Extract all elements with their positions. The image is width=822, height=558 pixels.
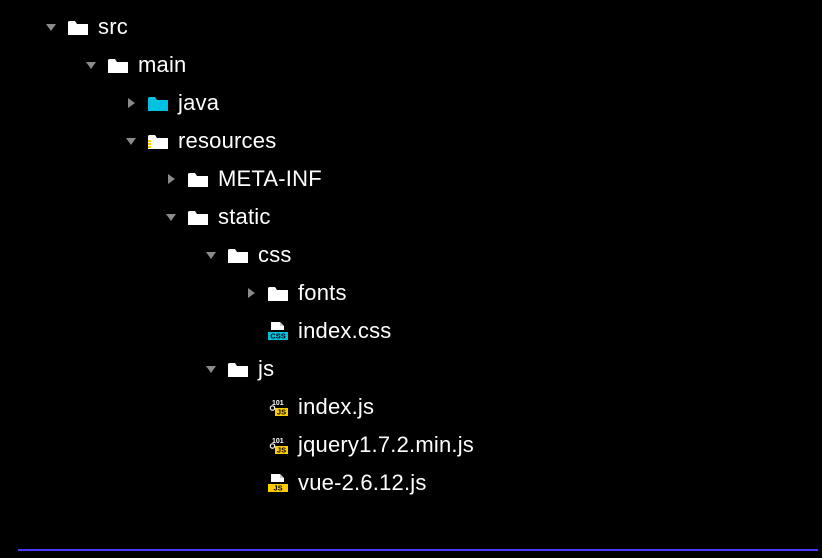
tree-row[interactable]: main xyxy=(0,46,822,84)
chevron-right-icon[interactable] xyxy=(120,92,142,114)
chevron-down-icon[interactable] xyxy=(160,206,182,228)
tree-row[interactable]: java xyxy=(0,84,822,122)
file-tree: src main java resources META-INF xyxy=(0,0,822,502)
chevron-down-icon[interactable] xyxy=(200,358,222,380)
folder-icon xyxy=(66,16,90,38)
chevron-right-icon[interactable] xyxy=(240,282,262,304)
tree-item-label: index.css xyxy=(298,318,392,344)
chevron-down-icon[interactable] xyxy=(120,130,142,152)
svg-text:JS: JS xyxy=(273,484,282,493)
tree-item-label: index.js xyxy=(298,394,374,420)
chevron-down-icon[interactable] xyxy=(80,54,102,76)
tree-row[interactable]: static xyxy=(0,198,822,236)
source-folder-icon xyxy=(146,92,170,114)
folder-icon xyxy=(106,54,130,76)
tree-row[interactable]: CSS index.css xyxy=(0,312,822,350)
svg-text:CSS: CSS xyxy=(270,332,285,341)
tree-row[interactable]: JS vue-2.6.12.js xyxy=(0,464,822,502)
tree-item-label: vue-2.6.12.js xyxy=(298,470,427,496)
tree-row[interactable]: 101 JS jquery1.7.2.min.js xyxy=(0,426,822,464)
tree-item-label: js xyxy=(258,356,274,382)
js-file-icon: 101 JS xyxy=(266,434,290,456)
js-file-icon: 101 JS xyxy=(266,396,290,418)
tree-item-label: jquery1.7.2.min.js xyxy=(298,432,474,458)
css-file-icon: CSS xyxy=(266,320,290,342)
tree-item-label: resources xyxy=(178,128,276,154)
tree-item-label: css xyxy=(258,242,292,268)
tree-item-label: src xyxy=(98,14,128,40)
folder-icon xyxy=(186,168,210,190)
folder-icon xyxy=(266,282,290,304)
tree-item-label: main xyxy=(138,52,187,78)
selection-underline xyxy=(18,549,818,551)
resources-folder-icon xyxy=(146,130,170,152)
js-file-icon: JS xyxy=(266,472,290,494)
tree-row[interactable]: src xyxy=(0,8,822,46)
tree-row[interactable]: resources xyxy=(0,122,822,160)
chevron-down-icon[interactable] xyxy=(200,244,222,266)
folder-icon xyxy=(186,206,210,228)
tree-row[interactable]: js xyxy=(0,350,822,388)
chevron-right-icon[interactable] xyxy=(160,168,182,190)
tree-item-label: static xyxy=(218,204,271,230)
tree-row[interactable]: 101 JS index.js xyxy=(0,388,822,426)
tree-item-label: fonts xyxy=(298,280,347,306)
svg-text:JS: JS xyxy=(277,446,286,455)
tree-item-label: java xyxy=(178,90,219,116)
tree-row[interactable]: fonts xyxy=(0,274,822,312)
tree-row[interactable]: META-INF xyxy=(0,160,822,198)
folder-icon xyxy=(226,358,250,380)
folder-icon xyxy=(226,244,250,266)
chevron-down-icon[interactable] xyxy=(40,16,62,38)
tree-row[interactable]: css xyxy=(0,236,822,274)
tree-item-label: META-INF xyxy=(218,166,322,192)
svg-text:JS: JS xyxy=(277,408,286,417)
